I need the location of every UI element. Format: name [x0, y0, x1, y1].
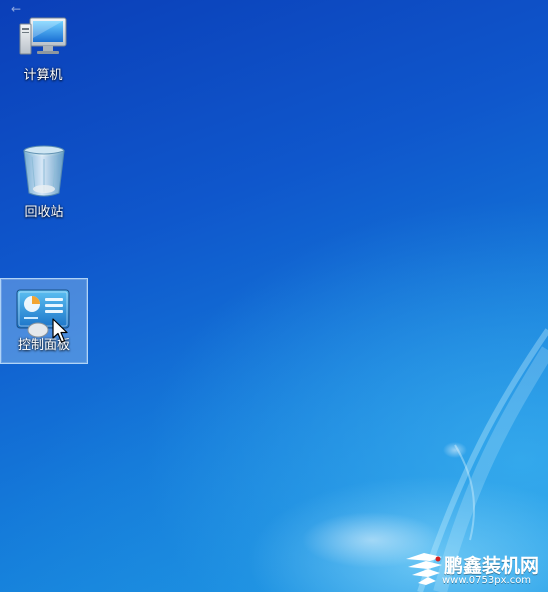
computer-icon	[19, 17, 67, 55]
desktop-icon-recycle-bin[interactable]: 回收站	[1, 143, 87, 221]
desktop-icon-label: 回收站	[24, 205, 64, 220]
control-panel-icon	[16, 289, 70, 338]
recycle-bin-icon	[23, 145, 65, 197]
bird-logo-icon	[406, 553, 442, 585]
watermark-title: 鹏鑫装机网	[444, 555, 540, 577]
desktop-icon-computer[interactable]: 计算机	[0, 10, 86, 84]
desktop[interactable]: ← 计算机 回收站 控制面板 鹏鑫装机网 www.0753px.com	[0, 0, 548, 592]
desktop-icon-label: 计算机	[23, 68, 63, 83]
desktop-icon-control-panel[interactable]: 控制面板	[0, 278, 88, 364]
watermark-url: www.0753px.com	[442, 575, 532, 586]
desktop-icon-label: 控制面板	[17, 338, 70, 353]
site-watermark: 鹏鑫装机网 www.0753px.com	[400, 549, 548, 592]
